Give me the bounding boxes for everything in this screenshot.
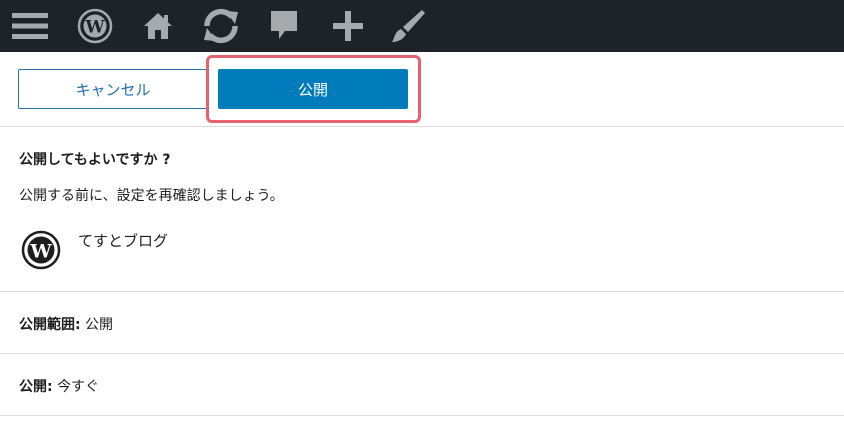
site-icon: W	[21, 230, 61, 274]
visibility-row[interactable]: 公開範囲: 公開	[0, 292, 844, 354]
prepublish-panel: 公開してもよいですか ? 公開する前に、設定を再確認しましょう。 W てすとブロ…	[0, 127, 844, 292]
svg-text:W: W	[84, 18, 105, 38]
prepublish-title: 公開してもよいですか ?	[19, 152, 171, 168]
schedule-value: 今すぐ	[57, 379, 100, 395]
new-content-icon[interactable]	[330, 0, 366, 52]
visibility-value: 公開	[85, 317, 114, 333]
svg-text:W: W	[29, 241, 52, 263]
updates-icon[interactable]	[198, 0, 244, 52]
schedule-row[interactable]: 公開: 今すぐ	[0, 354, 844, 416]
publish-actions: キャンセル 公開	[0, 52, 844, 127]
comments-icon[interactable]	[266, 0, 302, 52]
customize-brush-icon[interactable]	[388, 0, 428, 52]
home-icon[interactable]	[140, 0, 176, 52]
wordpress-logo-icon[interactable]: W	[75, 0, 115, 52]
visibility-label: 公開範囲:	[19, 317, 81, 333]
menu-icon[interactable]	[10, 0, 50, 52]
prepublish-description: 公開する前に、設定を再確認しましょう。	[19, 188, 284, 204]
schedule-label: 公開:	[19, 379, 53, 395]
publish-button[interactable]: 公開	[218, 69, 408, 109]
cancel-button[interactable]: キャンセル	[18, 69, 208, 109]
site-name: てすとブログ	[78, 232, 169, 250]
admin-bar: W	[0, 0, 844, 52]
